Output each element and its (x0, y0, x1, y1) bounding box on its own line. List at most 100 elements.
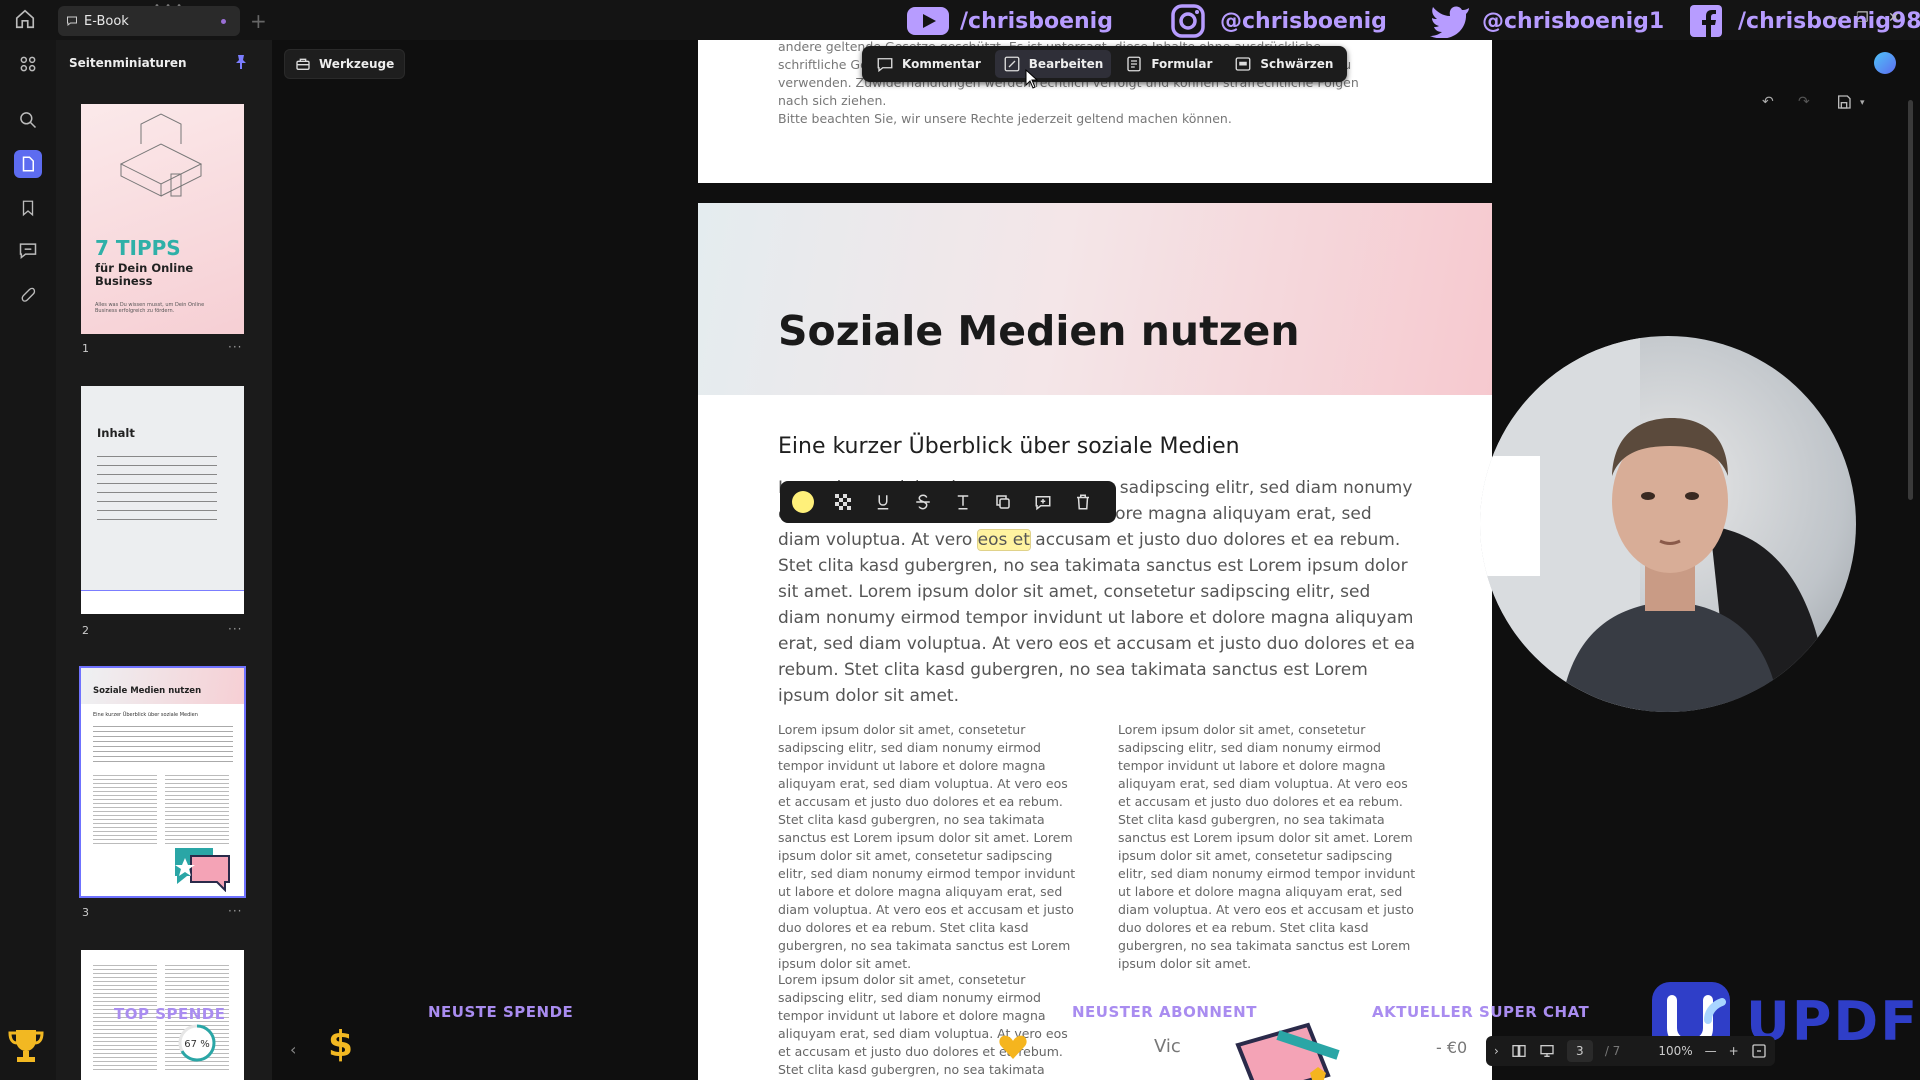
total-pages: / 7 (1604, 1044, 1621, 1058)
social-facebook: /chrisboenig98 (1684, 4, 1920, 38)
search-button[interactable] (14, 106, 42, 134)
mode-edit[interactable]: Bearbeiten (994, 50, 1112, 78)
page-banner (698, 203, 1492, 395)
undo-button[interactable]: ↶ (1762, 94, 1774, 110)
dollar-icon: $ (328, 1024, 354, 1065)
panel-title: Seitenminiaturen (69, 56, 187, 70)
highlighted-text[interactable]: eos et (976, 529, 1031, 551)
edit-icon (1004, 56, 1020, 72)
presenter-silhouette (1480, 336, 1830, 712)
ai-assistant-icon[interactable] (1874, 52, 1896, 74)
super-chat-label: AKTUELLER SUPER CHAT (1372, 1003, 1590, 1021)
minimize-button[interactable]: — (1824, 10, 1838, 26)
zoom-in-button[interactable]: + (1729, 1044, 1739, 1058)
delete-button[interactable] (1070, 489, 1096, 515)
comment-list-icon (19, 243, 37, 260)
mode-toolbar: Kommentar Bearbeiten Formular Schwärzen (862, 46, 1348, 82)
thumb-number: 3 (82, 906, 89, 919)
column-right-text[interactable]: Lorem ipsum dolor sit amet, consetetur s… (1118, 721, 1418, 973)
social-youtube: /chrisboenig (906, 4, 1113, 38)
new-tab-button[interactable]: + (250, 9, 267, 33)
underline-button[interactable] (870, 489, 896, 515)
current-page-input[interactable]: 3 (1566, 1040, 1593, 1062)
page-thumbnail-3[interactable]: Soziale Medien nutzen Eine kurzer Überbl… (79, 666, 246, 898)
document-tab[interactable]: E-Book (58, 6, 240, 36)
page-heading[interactable]: Soziale Medien nutzen (778, 307, 1300, 355)
opacity-button[interactable] (830, 489, 856, 515)
thumb-subtitle: für Dein Online Business (95, 261, 194, 288)
color-swatch-icon (792, 491, 814, 513)
zoom-out-button[interactable]: — (1705, 1044, 1717, 1058)
thumb-more-button[interactable]: ··· (228, 622, 242, 636)
mode-redact[interactable]: Schwärzen (1226, 50, 1341, 78)
add-note-button[interactable] (1030, 489, 1056, 515)
thumb-text-lines (165, 772, 229, 846)
checkerboard-icon (835, 494, 851, 510)
bookmarks-button[interactable] (14, 194, 42, 222)
strikethrough-button[interactable] (910, 489, 936, 515)
highlight-color-button[interactable] (790, 489, 816, 515)
thumb-more-button[interactable]: ··· (228, 904, 242, 918)
text-insert-button[interactable] (950, 489, 976, 515)
column-left-text[interactable]: Lorem ipsum dolor sit amet, consetetur s… (778, 721, 1078, 973)
toolbox-icon (296, 58, 310, 70)
page-thumbnail-1[interactable]: 7 TIPPS für Dein Online Business Alles w… (81, 104, 244, 334)
fit-page-icon[interactable] (1751, 1043, 1767, 1059)
webcam-feed (1480, 336, 1856, 712)
social-handle: @chrisboenig (1220, 8, 1387, 34)
chat-illustration (175, 848, 230, 892)
thumbnails-grid-button[interactable] (14, 50, 42, 78)
attachments-button[interactable] (14, 280, 42, 308)
save-button[interactable] (1836, 94, 1852, 114)
social-handle: /chrisboenig (960, 8, 1113, 34)
lead-text: accusam et justo duo dolores et ea rebum… (778, 530, 1416, 706)
trash-icon (1077, 494, 1089, 510)
facebook-icon (1684, 4, 1728, 38)
underline-icon (877, 495, 889, 510)
thumb-more-button[interactable]: ··· (228, 340, 242, 354)
tools-button[interactable]: Werkzeuge (284, 49, 406, 79)
grid-icon (20, 56, 36, 72)
unsaved-dot (221, 19, 226, 24)
comments-button[interactable] (14, 236, 42, 264)
mode-comment[interactable]: Kommentar (868, 50, 989, 78)
social-instagram: @chrisboenig (1166, 4, 1387, 38)
mode-form[interactable]: Formular (1117, 50, 1220, 78)
mouse-cursor (1025, 69, 1039, 89)
progress-ring: 67 % (176, 1022, 218, 1064)
top-donation-label: TOP SPENDE (114, 1005, 226, 1023)
copy-button[interactable] (990, 489, 1016, 515)
cover-illustration (119, 113, 203, 197)
prev-arrow-button[interactable]: ‹ (290, 1040, 296, 1059)
zoom-level[interactable]: 100% (1658, 1044, 1692, 1058)
comment-icon (67, 16, 77, 27)
next-page-button[interactable]: › (1494, 1044, 1499, 1058)
latest-donation-label: NEUSTE SPENDE (428, 1003, 574, 1021)
thumbnail-panel: Seitenminiaturen 7 TIPPS für Dein Online… (56, 40, 272, 1080)
thumb-number: 1 (82, 342, 89, 355)
youtube-icon (906, 4, 950, 38)
column-left-text-2[interactable]: Lorem ipsum dolor sit amet, consetetur s… (778, 971, 1078, 1080)
thumb-title: Inhalt (97, 426, 135, 440)
vertical-scrollbar[interactable] (1908, 100, 1913, 500)
presentation-icon[interactable] (1539, 1043, 1555, 1059)
save-dropdown-icon[interactable]: ▾ (1860, 98, 1865, 108)
twitter-icon (1428, 4, 1472, 38)
redo-button[interactable]: ↷ (1798, 94, 1810, 110)
two-page-icon[interactable] (1511, 1043, 1527, 1059)
page-thumbnail-2[interactable]: Inhalt (81, 386, 244, 614)
page-subheading[interactable]: Eine kurzer Überblick über soziale Medie… (778, 434, 1240, 459)
home-button[interactable] (14, 8, 42, 34)
social-twitter: @chrisboenig1 (1428, 4, 1664, 38)
thumb-text-lines (93, 772, 157, 846)
pages-button[interactable] (14, 150, 42, 178)
pin-button[interactable] (234, 54, 248, 74)
mode-label: Schwärzen (1260, 57, 1334, 71)
super-chat-value: - €0 (1436, 1038, 1468, 1057)
close-button[interactable]: ✕ (1888, 10, 1900, 26)
toc-lines (97, 448, 217, 524)
thumb-text-lines (93, 722, 233, 766)
page-navigation-bar: › 3 / 7 100% — + (1486, 1036, 1775, 1066)
maximize-button[interactable]: ❐ (1856, 10, 1869, 26)
thumb-title: Soziale Medien nutzen (93, 686, 202, 696)
